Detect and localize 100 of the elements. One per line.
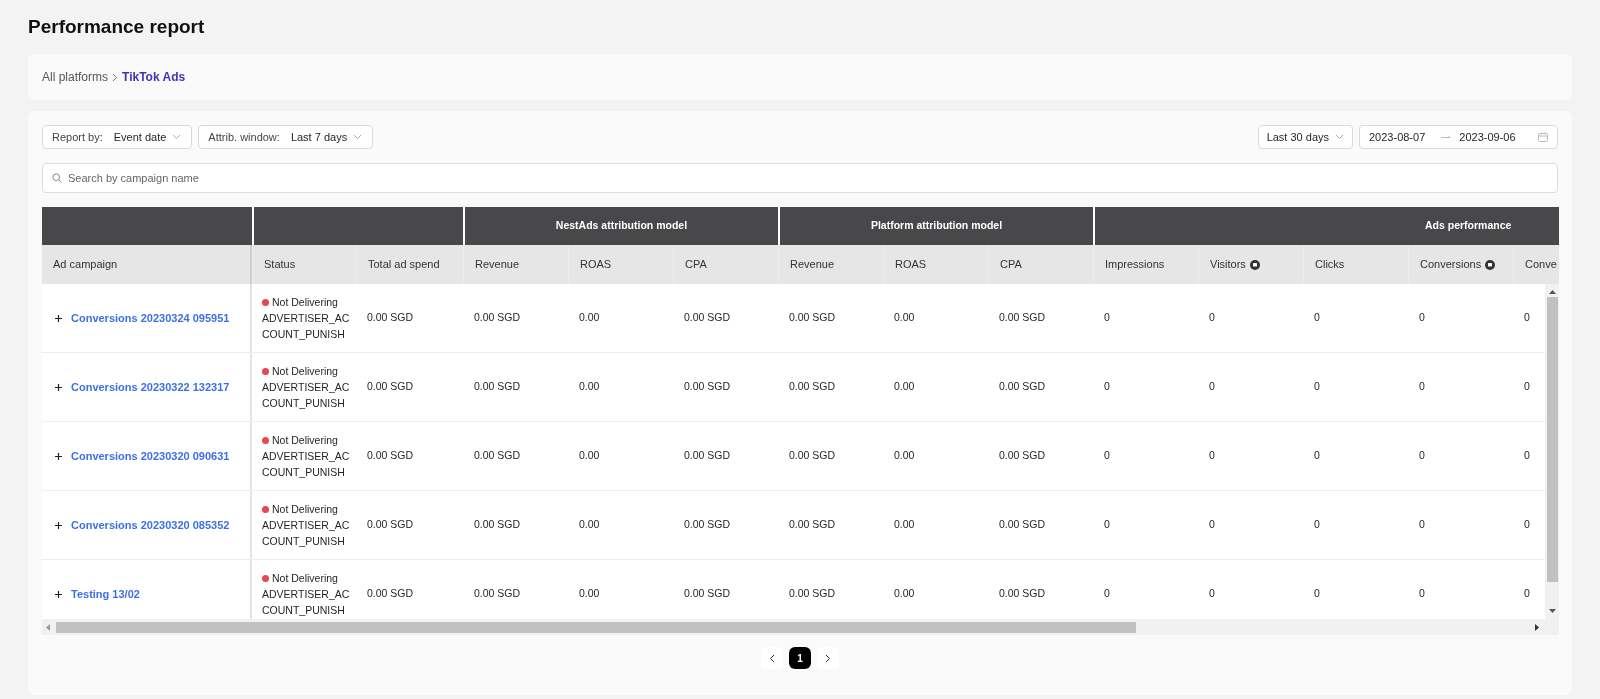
table-cell: 0.00 SGD	[789, 449, 836, 462]
chevron-right-icon	[112, 72, 119, 82]
table-cell: 0	[1209, 587, 1215, 600]
table-cell: 0	[1314, 518, 1320, 531]
vertical-scrollbar[interactable]	[1545, 284, 1559, 619]
chevron-left-icon	[769, 653, 775, 663]
table-cell: 0.00	[579, 518, 600, 531]
table-cell: 0.00 SGD	[999, 449, 1046, 462]
page-title: Performance report	[28, 15, 205, 39]
expand-icon[interactable]	[54, 589, 63, 599]
column-header: CPA	[1000, 257, 1022, 273]
table-cell: 0.00 SGD	[367, 311, 414, 324]
column-header: Total ad spend	[368, 257, 440, 273]
status-text: Not Delivering	[272, 433, 338, 448]
date-preset-dropdown[interactable]: Last 30 days	[1257, 125, 1353, 149]
table-cell: 0.00 SGD	[999, 587, 1046, 600]
table-cell: 0	[1419, 449, 1425, 462]
table-cell: 0.00 SGD	[474, 518, 521, 531]
filter-dropdown[interactable]: Event date	[111, 128, 192, 146]
expand-icon[interactable]	[54, 313, 63, 323]
table-cell: 0	[1524, 311, 1530, 324]
table-cell: 0.00 SGD	[367, 380, 414, 393]
scroll-up-icon	[1548, 290, 1556, 294]
column-header: Status	[264, 257, 296, 273]
table-cell: 0	[1314, 380, 1320, 393]
table-cell: 0.00 SGD	[789, 311, 836, 324]
status-detail: ADVERTISER_AC COUNT_PUNISH	[262, 311, 351, 342]
table-cell: 0.00 SGD	[789, 380, 836, 393]
column-header: Impressions	[1105, 257, 1165, 273]
table-cell: 0.00 SGD	[684, 380, 731, 393]
horizontal-scrollbar[interactable]	[42, 619, 1559, 635]
table-cell: 0	[1314, 311, 1320, 324]
start-date: 2023-08-07	[1369, 129, 1426, 145]
table-cell: 0.00 SGD	[684, 587, 731, 600]
table-cell: 0	[1104, 380, 1110, 393]
calendar-icon	[1538, 132, 1548, 142]
table-cell: 0	[1104, 518, 1110, 531]
table-cell: 0	[1419, 587, 1425, 600]
column-group-header: Ads performance	[1425, 218, 1512, 234]
table-cell: 0	[1314, 587, 1320, 600]
table-cell: 0.00 SGD	[684, 311, 731, 324]
table-cell: 0	[1524, 449, 1530, 462]
column-header: Revenue	[475, 257, 520, 273]
expand-icon[interactable]	[54, 382, 63, 392]
table-cell: 0.00 SGD	[999, 518, 1046, 531]
chevron-down-icon	[353, 134, 363, 140]
scroll-right-icon	[1535, 623, 1539, 631]
table-cell: 0	[1419, 311, 1425, 324]
table-cell: 0.00 SGD	[684, 518, 731, 531]
arrow-right-icon	[1441, 134, 1452, 140]
column-group-header: NestAds attribution model	[555, 218, 688, 234]
table-cell: 0.00	[579, 449, 600, 462]
expand-icon[interactable]	[54, 520, 63, 530]
scroll-left-icon	[46, 623, 50, 631]
table-cell: 0.00 SGD	[789, 518, 836, 531]
campaign-link[interactable]: Conversions 20230320 090631	[71, 447, 230, 465]
chevron-down-icon	[172, 134, 182, 140]
table-cell: 0.00 SGD	[367, 587, 414, 600]
table-cell: 0	[1524, 380, 1530, 393]
column-header: Clicks	[1315, 257, 1345, 273]
table-cell: 0	[1524, 518, 1530, 531]
page-button[interactable]: 1	[789, 647, 811, 669]
breadcrumb-link[interactable]: All platforms	[42, 68, 109, 86]
info-icon[interactable]	[1249, 259, 1260, 270]
table-cell: 0.00	[894, 311, 915, 324]
status-detail: ADVERTISER_AC COUNT_PUNISH	[262, 587, 351, 618]
status-text: Not Delivering	[272, 571, 338, 586]
filter-dropdown[interactable]: Last 7 days	[288, 128, 373, 146]
table-cell: 0.00 SGD	[999, 311, 1046, 324]
campaign-link[interactable]: Conversions 20230324 095951	[71, 309, 230, 327]
search-input[interactable]: Search by campaign name	[68, 169, 1548, 187]
table-cell: 0.00	[579, 380, 600, 393]
column-header: Visitors	[1210, 257, 1246, 273]
campaign-link[interactable]: Testing 13/02	[71, 585, 140, 603]
chevron-right-icon	[825, 653, 831, 663]
table-cell: 0.00	[579, 587, 600, 600]
column-group-header: Platform attribution model	[870, 218, 1003, 234]
search-field[interactable]: Search by campaign name	[42, 163, 1558, 193]
info-icon[interactable]	[1485, 259, 1496, 270]
status-detail: ADVERTISER_AC COUNT_PUNISH	[262, 518, 351, 549]
campaign-link[interactable]: Conversions 20230320 085352	[71, 516, 230, 534]
table-cell: 0.00 SGD	[474, 449, 521, 462]
scroll-down-icon	[1548, 609, 1556, 613]
column-header: Ad campaign	[53, 257, 118, 273]
table-cell: 0	[1419, 380, 1425, 393]
column-header: ROAS	[895, 257, 927, 273]
table-cell: 0.00	[894, 380, 915, 393]
table-cell: 0	[1209, 380, 1215, 393]
expand-icon[interactable]	[54, 451, 63, 461]
table-cell: 0.00	[894, 587, 915, 600]
breadcrumb-current: TikTok Ads	[122, 69, 186, 86]
table-cell: 0.00 SGD	[367, 449, 414, 462]
table-cell: 0.00	[894, 518, 915, 531]
filter-label: Report by:	[51, 129, 104, 145]
campaign-link[interactable]: Conversions 20230322 132317	[71, 378, 230, 396]
status-detail: ADVERTISER_AC COUNT_PUNISH	[262, 380, 351, 411]
status-text: Not Delivering	[272, 295, 338, 310]
date-range-field[interactable]: 2023-08-07 2023-09-06	[1359, 125, 1558, 149]
table-cell: 0.00	[894, 449, 915, 462]
chevron-down-icon	[1335, 134, 1344, 140]
